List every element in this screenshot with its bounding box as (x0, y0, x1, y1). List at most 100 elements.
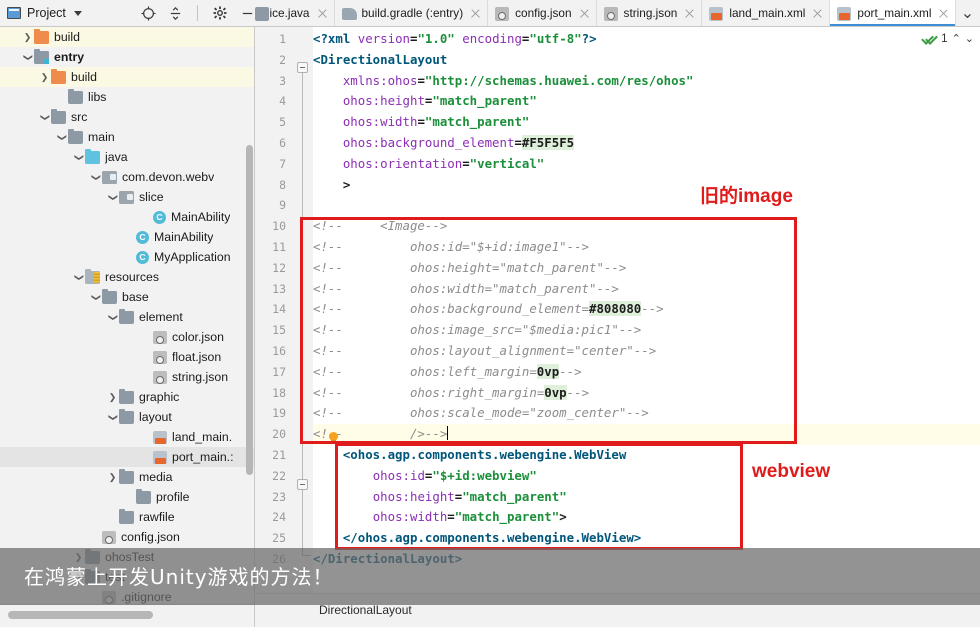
code-line-19[interactable]: <!-- ohos:scale_mode="zoom_center"--> (313, 403, 980, 424)
inspection-status[interactable]: 1 ⌃ ⌄ (921, 31, 974, 45)
tree-item-mainability[interactable]: C MainAbility (0, 207, 254, 227)
chevron-down-icon[interactable]: ❯ (106, 192, 119, 203)
chevron-down-icon[interactable] (73, 10, 82, 16)
line-number: 19 (272, 406, 286, 421)
tab-port-main-xml[interactable]: port_main.xml (830, 0, 957, 26)
chevron-down-icon[interactable]: ❯ (21, 52, 34, 63)
tree-item-element[interactable]: ❯ element (0, 307, 254, 327)
code-line-10[interactable]: <!-- <Image--> (313, 216, 980, 237)
tree-item-resources[interactable]: ❯ resources (0, 267, 254, 287)
tab-slice-java[interactable]: Slice.java (255, 0, 335, 26)
collapse-all-icon[interactable] (167, 5, 183, 21)
tree-item-port-main[interactable]: port_main.: (0, 447, 254, 467)
tab-build-gradle[interactable]: build.gradle (:entry) (334, 0, 489, 26)
code-line-18[interactable]: <!-- ohos:right_margin=0vp--> (313, 383, 980, 404)
close-icon[interactable] (579, 8, 590, 19)
tree-item-config-json[interactable]: config.json (0, 527, 254, 547)
chevron-up-icon[interactable]: ⌃ (952, 32, 961, 45)
code-line-6[interactable]: ohos:background_element=#F5F5F5 (313, 133, 980, 154)
tab-land-main-xml[interactable]: land_main.xml (702, 0, 831, 26)
tree-item-entry[interactable]: ❯ entry (0, 47, 254, 67)
toolbar-divider (197, 5, 198, 21)
chevron-right-icon[interactable]: ❯ (21, 32, 34, 43)
chevron-right-icon[interactable]: ❯ (106, 392, 119, 403)
code-line-1[interactable]: <?xml version="1.0" encoding="utf-8"?> (313, 29, 980, 50)
chevron-down-icon[interactable]: ❯ (38, 112, 51, 123)
fold-marker-webview[interactable] (297, 479, 308, 490)
tree-item-slice[interactable]: ❯ slice (0, 187, 254, 207)
tree-item-string-json[interactable]: string.json (0, 367, 254, 387)
tree-item-build[interactable]: ❯ build (0, 27, 254, 47)
chevron-down-icon[interactable]: ❯ (72, 152, 85, 163)
chevron-right-icon[interactable]: ❯ (106, 472, 119, 483)
code-line-3[interactable]: xmlns:ohos="http://schemas.huawei.com/re… (313, 71, 980, 92)
code-line-21[interactable]: <ohos.agp.components.webengine.WebView (313, 445, 980, 466)
code-line-8[interactable]: > (313, 175, 980, 196)
code-line-17[interactable]: <!-- ohos:left_margin=0vp--> (313, 362, 980, 383)
code-line-22[interactable]: ohos:id="$+id:webview" (313, 466, 980, 487)
chevron-right-icon[interactable]: ❯ (38, 72, 51, 83)
close-icon[interactable] (938, 8, 949, 19)
code-line-25[interactable]: </ohos.agp.components.webengine.WebView> (313, 528, 980, 549)
tree-item-color-json[interactable]: color.json (0, 327, 254, 347)
code-line-24[interactable]: ohos:width="match_parent"> (313, 507, 980, 528)
line-number: 24 (272, 510, 286, 525)
close-icon[interactable] (812, 8, 823, 19)
code-line-11[interactable]: <!-- ohos:id="$+id:image1"--> (313, 237, 980, 258)
chevron-down-icon[interactable]: ❯ (106, 412, 119, 423)
tree-item-myapplication[interactable]: C MyApplication (0, 247, 254, 267)
breadcrumb[interactable]: DirectionalLayout (319, 603, 412, 617)
code-token: <DirectionalLayout (313, 51, 448, 67)
chevron-down-icon[interactable]: ❯ (89, 172, 102, 183)
tree-item-label: slice (139, 190, 164, 204)
code-content[interactable]: <?xml version="1.0" encoding="utf-8"?> <D… (313, 27, 980, 593)
tree-item-com-devon-webv[interactable]: ❯ com.devon.webv (0, 167, 254, 187)
code-line-12[interactable]: <!-- ohos:height="match_parent"--> (313, 258, 980, 279)
tree-item-land-main[interactable]: land_main. (0, 427, 254, 447)
tree-item-base[interactable]: ❯ base (0, 287, 254, 307)
chevron-down-icon[interactable]: ❯ (55, 132, 68, 143)
tab-overflow-chevron-down-icon[interactable]: ⌄ (956, 0, 978, 26)
tree-item-build[interactable]: ❯ build (0, 67, 254, 87)
tree-vertical-scrollbar[interactable] (246, 145, 253, 475)
tree-item-main[interactable]: ❯ main (0, 127, 254, 147)
tree-item-layout[interactable]: ❯ layout (0, 407, 254, 427)
code-line-16[interactable]: <!-- ohos:layout_alignment="center"--> (313, 341, 980, 362)
code-line-15[interactable]: <!-- ohos:image_src="$media:pic1"--> (313, 320, 980, 341)
tree-item-float-json[interactable]: float.json (0, 347, 254, 367)
tree-item-java[interactable]: ❯ java (0, 147, 254, 167)
close-icon[interactable] (684, 8, 695, 19)
chevron-down-icon[interactable]: ❯ (89, 292, 102, 303)
code-line-20[interactable]: <!-- />--> (313, 424, 980, 445)
tree-item-profile[interactable]: profile (0, 487, 254, 507)
tree-item-media[interactable]: ❯ media (0, 467, 254, 487)
tab-string-json[interactable]: string.json (596, 0, 703, 26)
tree-item-src[interactable]: ❯ src (0, 107, 254, 127)
tree-item-rawfile[interactable]: rawfile (0, 507, 254, 527)
intention-lightbulb-icon[interactable] (327, 432, 340, 447)
line-number: 21 (272, 448, 286, 462)
chevron-down-icon[interactable]: ⌄ (965, 32, 974, 45)
close-icon[interactable] (470, 8, 481, 19)
code-line-14[interactable]: <!-- ohos:background_element=#808080--> (313, 299, 980, 320)
settings-gear-icon[interactable] (212, 5, 228, 21)
locate-icon[interactable] (140, 5, 156, 21)
code-editor[interactable]: 1 2 3 4 5 6 7 8 9 10 11 12 13 14 15 16 17 18 19 20 21 22 23 24 2… (256, 27, 980, 593)
code-line-9[interactable] (313, 195, 980, 216)
code-line-4[interactable]: ohos:height="match_parent" (313, 91, 980, 112)
code-line-2[interactable]: <DirectionalLayout (313, 50, 980, 71)
chevron-down-icon[interactable]: ❯ (106, 312, 119, 323)
code-line-23[interactable]: ohos:height="match_parent" (313, 487, 980, 508)
tree-horizontal-scrollbar[interactable] (8, 611, 153, 619)
tree-item-libs[interactable]: libs (0, 87, 254, 107)
tab-config-json[interactable]: config.json (488, 0, 597, 26)
code-line-5[interactable]: ohos:width="match_parent" (313, 112, 980, 133)
code-line-13[interactable]: <!-- ohos:width="match_parent"--> (313, 279, 980, 300)
tree-item-mainability[interactable]: C MainAbility (0, 227, 254, 247)
code-line-7[interactable]: ohos:orientation="vertical" (313, 154, 980, 175)
close-icon[interactable] (317, 8, 328, 19)
tree-item-graphic[interactable]: ❯ graphic (0, 387, 254, 407)
chevron-down-icon[interactable]: ❯ (72, 272, 85, 283)
minimize-icon[interactable] (239, 5, 255, 21)
fold-marker-directional-layout[interactable] (297, 62, 308, 73)
